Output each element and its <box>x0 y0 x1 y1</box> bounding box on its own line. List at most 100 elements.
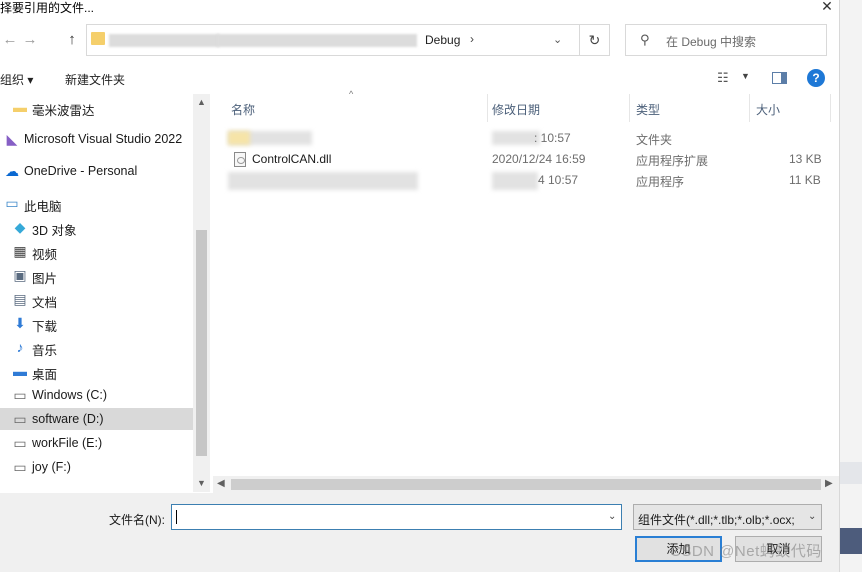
scroll-right-icon[interactable]: ▶ <box>825 478 833 489</box>
scroll-left-icon[interactable]: ◀ <box>217 478 225 489</box>
sidebar-item-label: software (D:) <box>32 412 104 426</box>
sidebar-item[interactable]: ♪ 音乐 <box>0 336 193 358</box>
sidebar-item[interactable]: ▬ 毫米波雷达 <box>0 96 193 118</box>
column-divider[interactable] <box>830 94 831 122</box>
search-icon: ⚲ <box>640 32 650 47</box>
sidebar-item[interactable]: ▭ Windows (C:) <box>0 384 193 406</box>
scroll-thumb[interactable] <box>196 230 207 456</box>
column-header-type[interactable]: 类型 <box>636 101 660 118</box>
scroll-down-icon[interactable]: ▼ <box>197 478 206 488</box>
sidebar-item[interactable]: ▤ 文档 <box>0 288 193 310</box>
drive-icon: ▭ <box>13 459 27 475</box>
sidebar-item-label: 3D 对象 <box>32 224 77 238</box>
sidebar-item-label: 毫米波雷达 <box>32 104 95 118</box>
file-type: 应用程序扩展 <box>636 154 709 168</box>
desktop-icon: ▬ <box>13 363 27 379</box>
column-header-date[interactable]: 修改日期 <box>492 101 540 118</box>
sidebar-item-label: 此电脑 <box>24 200 62 214</box>
address-redacted <box>217 34 417 47</box>
sidebar-item-label: workFile (E:) <box>32 436 103 450</box>
chevron-right-icon[interactable]: › <box>470 32 474 46</box>
picture-icon: ▣ <box>13 267 27 283</box>
file-size: 13 KB <box>789 152 822 166</box>
column-divider[interactable] <box>629 94 630 122</box>
filetype-value: 组件文件(*.dll;*.tlb;*.olb;*.ocx; <box>638 513 795 527</box>
new-folder-button[interactable]: 新建文件夹 <box>65 71 125 88</box>
scroll-thumb[interactable] <box>231 479 821 490</box>
file-type: 应用程序 <box>636 175 685 189</box>
sidebar-item-label: Windows (C:) <box>32 388 108 402</box>
column-divider[interactable] <box>487 94 488 122</box>
sidebar-item[interactable]: ▭ joy (F:) <box>0 456 193 478</box>
file-date: : 10:57 <box>534 131 571 145</box>
folder-icon <box>228 131 250 145</box>
sidebar-item-label: 桌面 <box>32 368 58 382</box>
chevron-down-icon[interactable]: ⌄ <box>608 511 616 522</box>
organize-menu[interactable]: 组织 ▾ <box>0 71 33 88</box>
filename-label: 文件名(N): <box>109 513 165 527</box>
view-options-icon[interactable]: ☷ <box>717 70 729 86</box>
column-divider[interactable] <box>749 94 750 122</box>
sidebar-item-label: 音乐 <box>32 344 58 358</box>
file-size: 11 KB <box>789 173 821 187</box>
file-type: 文件夹 <box>636 133 673 147</box>
filetype-select[interactable]: 组件文件(*.dll;*.tlb;*.olb;*.ocx; ⌄ <box>633 504 822 530</box>
breadcrumb-current[interactable]: Debug <box>425 33 460 47</box>
address-redacted <box>109 34 219 47</box>
search-placeholder: 在 Debug 中搜索 <box>666 35 757 49</box>
chevron-down-icon[interactable]: ▼ <box>741 71 750 81</box>
dll-file-icon <box>234 152 246 167</box>
help-icon[interactable]: ? <box>807 69 825 87</box>
address-bar[interactable]: Debug › ⌄ <box>86 24 580 56</box>
folder-icon <box>91 32 105 45</box>
sidebar-item[interactable]: ◣ Microsoft Visual Studio 2022 <box>0 128 193 150</box>
filename-field[interactable]: ⌄ <box>171 504 622 530</box>
file-date: 2020/12/24 16:59 <box>492 152 586 166</box>
sidebar-item[interactable]: ▭ 此电脑 <box>0 192 193 214</box>
sidebar-item-label: joy (F:) <box>32 460 71 474</box>
file-name[interactable]: ControlCAN.dll <box>252 152 331 166</box>
sidebar-item[interactable]: ▣ 图片 <box>0 264 193 286</box>
sidebar-item[interactable]: ⬇ 下载 <box>0 312 193 334</box>
sidebar-item[interactable]: ▭ software (D:) <box>0 408 193 430</box>
chevron-down-icon[interactable]: ⌄ <box>553 33 562 46</box>
sidebar-item[interactable]: ▦ 视频 <box>0 240 193 262</box>
cloud-icon: ☁ <box>5 163 19 179</box>
sidebar-item-label: 图片 <box>32 272 58 286</box>
sort-ascending-icon: ^ <box>349 89 354 99</box>
back-button[interactable]: ← <box>0 30 20 50</box>
music-icon: ♪ <box>16 339 24 355</box>
title-bar: 择要引用的文件... ✕ <box>0 0 840 16</box>
file-date: 4 10:57 <box>538 173 579 187</box>
preview-pane-icon[interactable] <box>772 72 787 84</box>
document-icon: ▤ <box>13 291 27 307</box>
sidebar-item[interactable]: ☁ OneDrive - Personal <box>0 160 193 182</box>
drive-icon: ▭ <box>13 387 27 403</box>
column-header-size[interactable]: 大小 <box>756 101 780 118</box>
drive-icon: ▭ <box>13 435 27 451</box>
chevron-down-icon[interactable]: ⌄ <box>808 511 816 522</box>
column-header-name[interactable]: 名称 <box>231 101 255 118</box>
up-button[interactable]: ↑ <box>62 30 82 50</box>
background-block <box>840 528 862 554</box>
sidebar-item[interactable]: ▬ 桌面 <box>0 360 193 382</box>
background-block <box>840 462 862 484</box>
refresh-button[interactable]: ↻ <box>580 24 610 56</box>
sidebar-item-label: OneDrive - Personal <box>24 164 138 178</box>
watermark: CSDN @Net蚂蚁代码 <box>670 543 822 560</box>
sidebar-scrollbar[interactable]: ▲ ▼ <box>193 94 210 492</box>
file-list-hscrollbar[interactable]: ◀ ▶ <box>213 476 839 493</box>
close-button[interactable]: ✕ <box>818 0 836 14</box>
search-input[interactable]: ⚲ 在 Debug 中搜索 <box>625 24 827 56</box>
background-window-edge <box>839 0 862 572</box>
scroll-up-icon[interactable]: ▲ <box>197 97 206 107</box>
forward-button[interactable]: → <box>20 30 40 50</box>
sidebar-item-label: 视频 <box>32 248 58 262</box>
sidebar-item[interactable]: ◆ 3D 对象 <box>0 216 193 238</box>
cube-icon: ◆ <box>14 219 26 235</box>
folder-icon: ▬ <box>13 99 27 115</box>
navigation-pane: ▬ 毫米波雷达 ◣ Microsoft Visual Studio 2022 ☁ OneD… <box>0 94 193 492</box>
redacted-date <box>492 131 540 145</box>
sidebar-item[interactable]: ▭ workFile (E:) <box>0 432 193 454</box>
redacted-name <box>228 172 418 190</box>
